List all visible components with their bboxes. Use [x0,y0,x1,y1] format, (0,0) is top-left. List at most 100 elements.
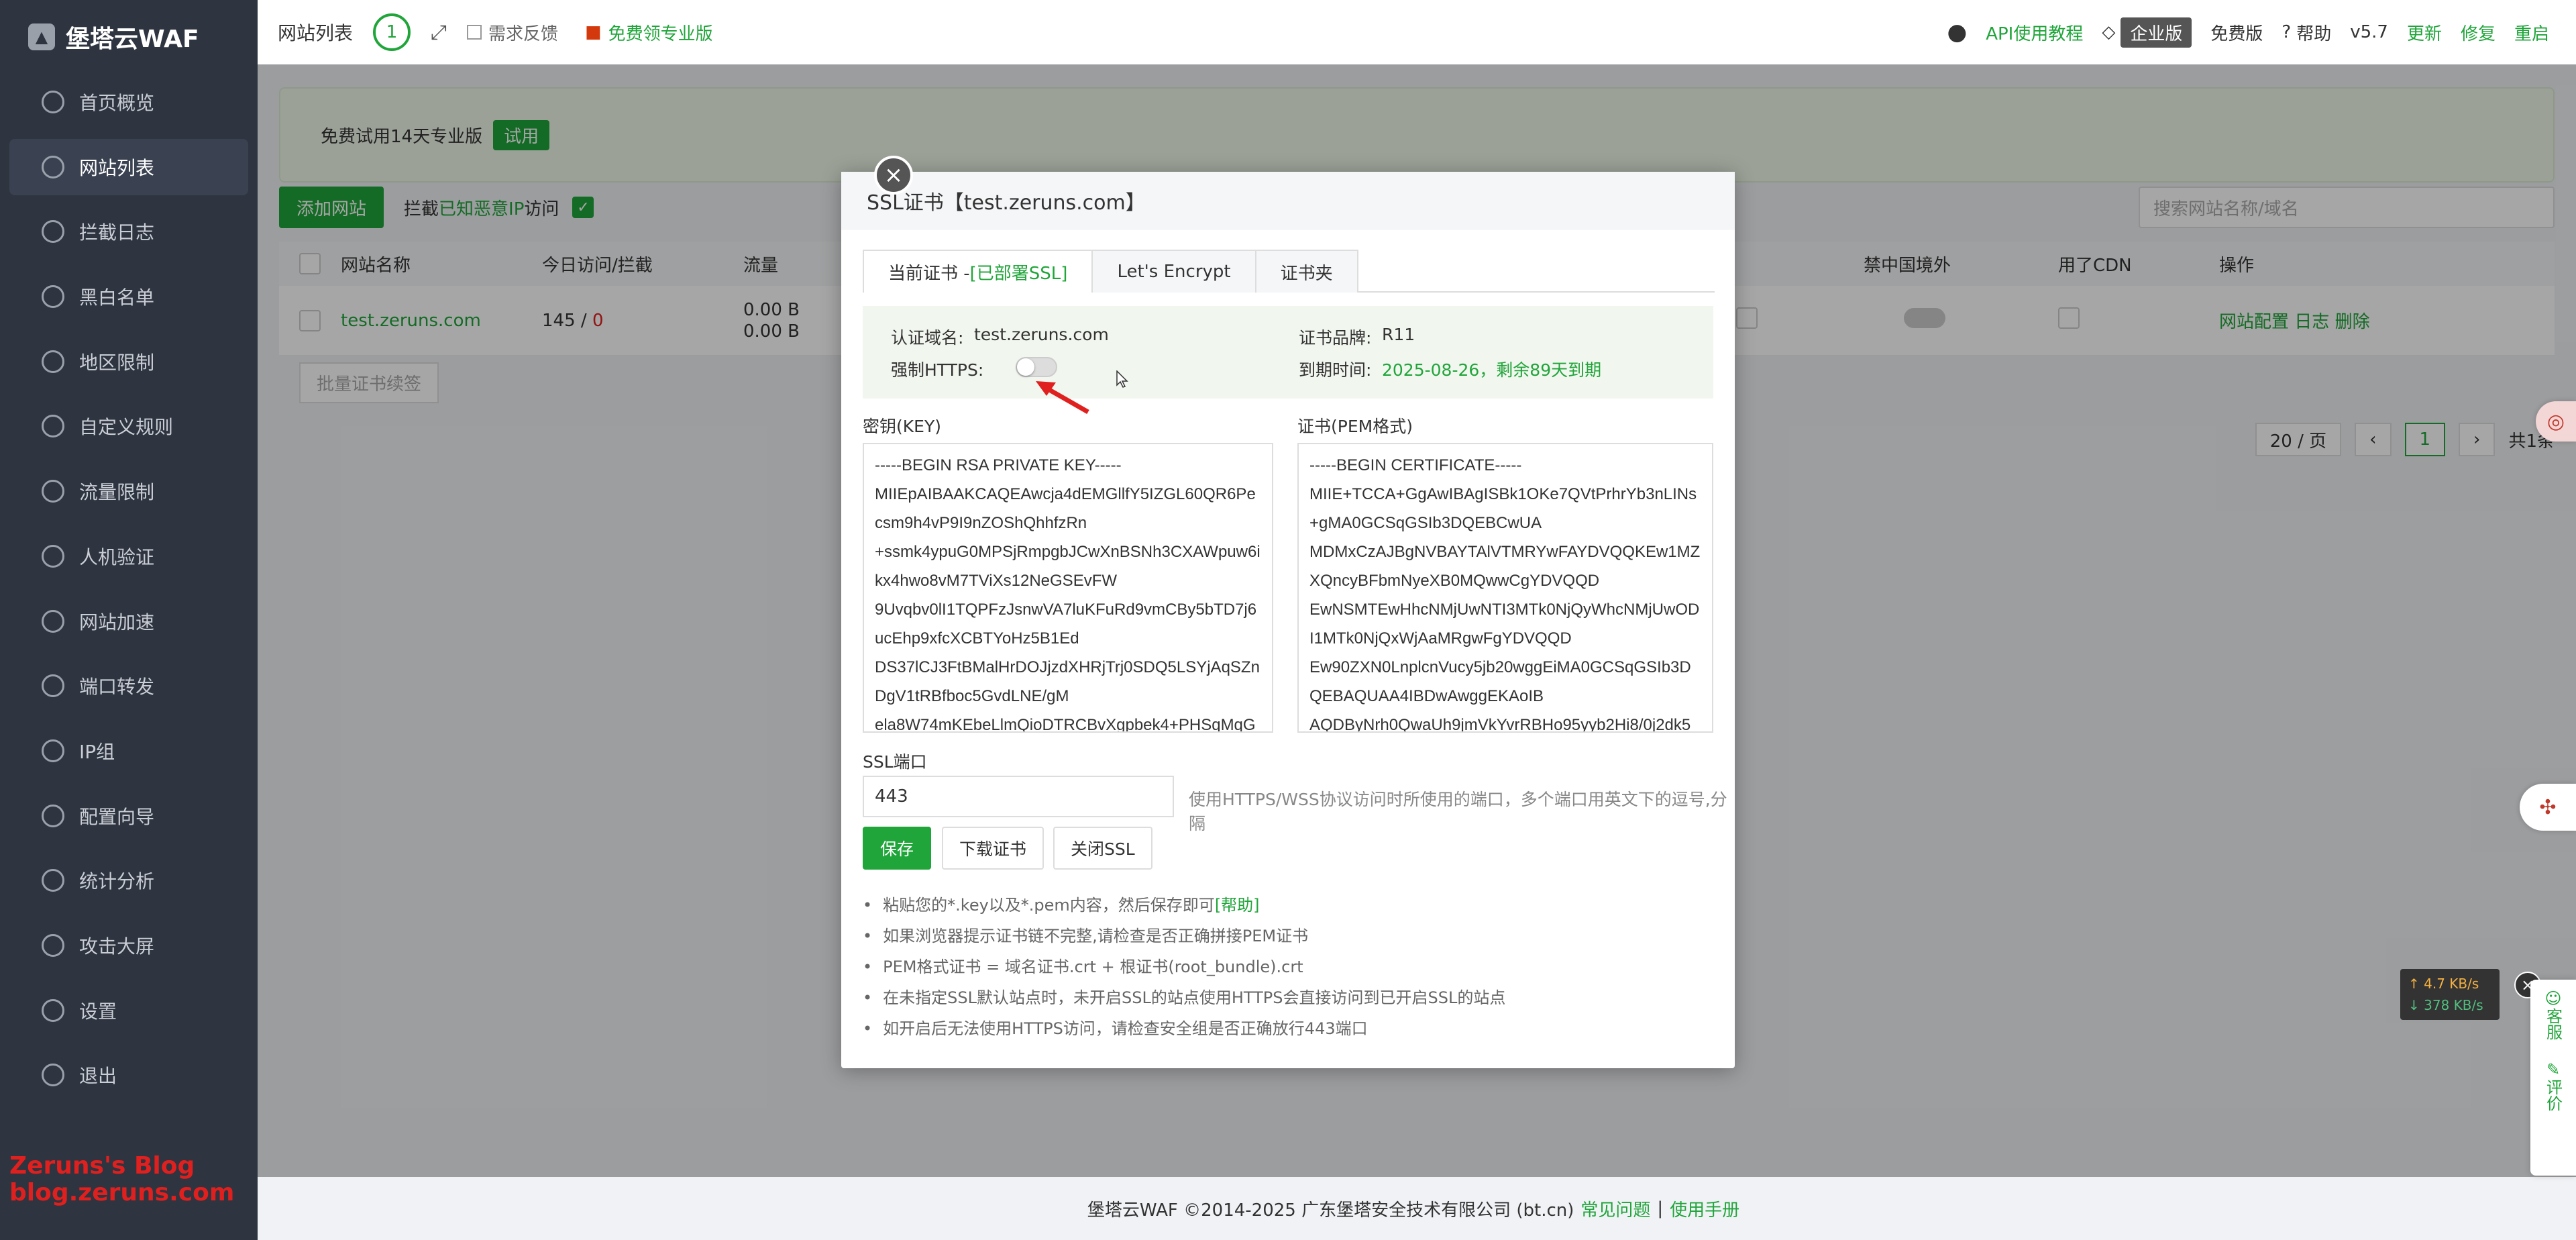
api-tutorial-link[interactable]: API使用教程 [1986,20,2083,45]
tip-item: 如开启后无法使用HTTPS访问，请检查安全组是否正确放行443端口 [863,1013,1505,1044]
upload-speed: ↑ 4.7 KB/s [2408,976,2479,992]
shield-logo-icon: ▲ [28,23,55,50]
tip-item: 如果浏览器提示证书链不完整,请检查是否正确拼接PEM证书 [863,921,1505,951]
stats-icon [42,869,64,892]
tab-current-cert[interactable]: 当前证书 - [已部署SSL] [863,250,1093,293]
help-icon: ? [2282,22,2292,42]
download-cert-button[interactable]: 下载证书 [942,827,1044,870]
sidebar-item-1[interactable]: 网站列表 [9,138,248,195]
sidebar-item-7[interactable]: 人机验证 [9,528,248,584]
sidebar-item-11[interactable]: 配置向导 [9,788,248,844]
sidebar: ▲ 堡塔云WAF 首页概览网站列表拦截日志黑白名单地区限制自定义规则流量限制人机… [0,0,258,1240]
help-link[interactable]: [帮助] [1215,896,1260,915]
sidebar-item-label: IP组 [79,740,115,763]
certificate-textarea[interactable]: -----BEGIN CERTIFICATE----- MIIE+TCCA+Gg… [1297,443,1713,733]
topbar-right: ● API使用教程 ◇ 企业版 免费版 ? 帮助 v5.7 更新 修复 重启 [1947,0,2549,64]
rate-button[interactable]: ✎ 评价 [2542,1060,2565,1111]
ssl-tabs: 当前证书 - [已部署SSL] Let's Encrypt 证书夹 [863,250,1715,293]
sidebar-item-2[interactable]: 拦截日志 [9,203,248,260]
top-bar: 网站列表 1 ⤢ 需求反馈 ■ 免费领专业版 ● API使用教程 ◇ 企业版 免费版… [258,0,2576,64]
service-label: 客服 [2543,1008,2563,1040]
sidebar-item-13[interactable]: 攻击大屏 [9,917,248,974]
sidebar-item-label: 网站列表 [79,156,155,179]
sidebar-item-4[interactable]: 地区限制 [9,333,248,390]
ssl-modal: SSL证书【test.zeruns.com】 当前证书 - [已部署SSL] L… [841,172,1735,1068]
sidebar-item-9[interactable]: 端口转发 [9,658,248,714]
cert-label: 证书(PEM格式) [1297,417,1413,436]
faq-link[interactable]: 常见问题 [1580,1196,1650,1221]
wizard-icon [42,804,64,827]
private-key-textarea[interactable]: -----BEGIN RSA PRIVATE KEY----- MIIEpAIB… [863,443,1273,733]
update-link[interactable]: 更新 [2407,20,2442,45]
watermark-line1: Zeruns's Blog [9,1152,195,1180]
help-label: 帮助 [2296,23,2332,44]
mouse-cursor-icon [1116,370,1128,388]
service-button[interactable]: ☺ 客服 [2542,989,2565,1040]
sidebar-item-label: 设置 [79,1000,117,1023]
sidebar-item-label: 统计分析 [79,870,155,893]
home-icon [42,91,64,113]
sidebar-item-label: 配置向导 [79,805,155,828]
feedback-label: 需求反馈 [488,23,559,44]
red-arrow-annotation [1036,381,1089,415]
rate-label: 评价 [2543,1079,2563,1111]
sidebar-item-label: 人机验证 [79,546,155,568]
tab-cert-folder[interactable]: 证书夹 [1254,250,1358,293]
network-float-icon[interactable]: ✣ [2520,784,2576,831]
rate-icon: ✎ [2544,1060,2563,1079]
translate-float-icon[interactable]: ◎ [2536,401,2576,442]
save-button[interactable]: 保存 [863,827,932,870]
sidebar-item-3[interactable]: 黑白名单 [9,268,248,325]
help-link[interactable]: ? 帮助 [2282,20,2331,45]
sidebar-item-15[interactable]: 退出 [9,1047,248,1103]
tab-current-label: 当前证书 - [888,263,970,284]
sidebar-item-0[interactable]: 首页概览 [9,74,248,130]
brand-value: R11 [1382,325,1415,344]
modal-title: SSL证书【test.zeruns.com】 [841,172,1735,229]
edit-icon [467,25,482,40]
sidebar-item-label: 网站加速 [79,611,155,633]
site-count-badge[interactable]: 1 [373,13,411,51]
repair-link[interactable]: 修复 [2461,20,2496,45]
expire-label: 到期时间: [1299,360,1372,380]
sidebar-item-14[interactable]: 设置 [9,982,248,1039]
ssl-port-hint: 使用HTTPS/WSS协议访问时所使用的端口，多个端口用英文下的逗号,分隔 [1189,790,1727,833]
watermark-line2: blog.zeruns.com [9,1179,235,1206]
service-icon: ☺ [2544,989,2563,1008]
close-ssl-button[interactable]: 关闭SSL [1053,827,1152,870]
sidebar-item-8[interactable]: 网站加速 [9,593,248,650]
gift-icon: ■ [585,22,602,42]
side-help-panel: ☺ 客服 ✎ 评价 [2530,980,2576,1176]
feedback-link[interactable]: 需求反馈 [467,20,558,45]
github-icon[interactable]: ● [1947,19,1968,46]
tip-item: PEM格式证书 = 域名证书.crt + 根证书(root_bundle).cr… [863,951,1505,982]
manual-link[interactable]: 使用手册 [1670,1196,1739,1221]
version-label: v5.7 [2350,22,2388,42]
cert-info-box: 认证域名: test.zeruns.com 强制HTTPS: 证书品牌: R11… [863,306,1713,399]
sidebar-item-label: 黑白名单 [79,287,155,309]
footer: 堡塔云WAF ©2014-2025 广东堡塔安全技术有限公司 (bt.cn) 常… [258,1177,2576,1240]
ssl-port-input[interactable]: 443 [863,776,1174,817]
modal-close-button[interactable]: × [874,156,913,195]
network-speed-widget: ↑ 4.7 KB/s ↓ 378 KB/s [2400,969,2500,1020]
fullscreen-icon[interactable]: ⤢ [431,21,447,44]
sidebar-item-label: 端口转发 [79,676,155,699]
free-pro-link[interactable]: ■ 免费领专业版 [585,20,713,45]
sidebar-item-12[interactable]: 统计分析 [9,852,248,909]
map-icon [42,350,64,373]
app-logo[interactable]: ▲ 堡塔云WAF [0,0,258,74]
sidebar-item-10[interactable]: IP组 [9,723,248,779]
domain-value: test.zeruns.com [974,325,1109,344]
sidebar-item-6[interactable]: 流量限制 [9,463,248,519]
log-icon [42,220,64,244]
copyright: 堡塔云WAF ©2014-2025 广东堡塔安全技术有限公司 (bt.cn) [1087,1200,1574,1221]
force-https-label: 强制HTTPS: [891,360,984,380]
restart-link[interactable]: 重启 [2514,20,2549,45]
key-label: 密钥(KEY) [863,417,941,436]
screen-icon [42,933,64,957]
tip-text: 粘贴您的*.key以及*.pem内容，然后保存即可 [883,896,1215,915]
enterprise-badge[interactable]: ◇ 企业版 [2102,17,2192,48]
tab-letsencrypt[interactable]: Let's Encrypt [1091,250,1256,293]
footer-separator: | [1657,1198,1664,1219]
sidebar-item-5[interactable]: 自定义规则 [9,398,248,454]
